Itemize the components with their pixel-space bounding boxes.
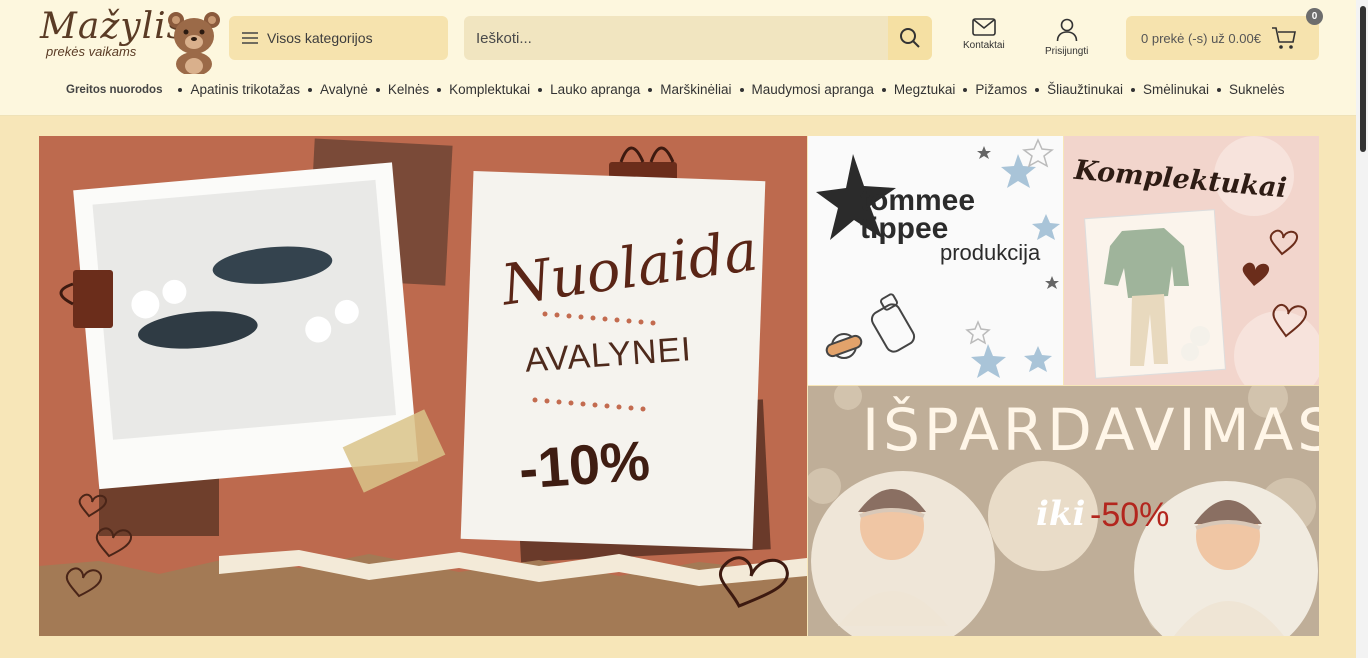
sale-discount-percent: -50%: [1090, 496, 1170, 534]
bullet-separator: [739, 87, 744, 92]
all-categories-button[interactable]: Visos kategorijos: [229, 16, 448, 60]
bullet-separator: [648, 87, 653, 92]
login-link[interactable]: Prisijungti: [1045, 18, 1088, 57]
cart-button[interactable]: 0 prekė (-s) už 0.00€ 0: [1126, 8, 1323, 60]
quick-link-smelinukai[interactable]: Smėlinukai: [1143, 82, 1209, 97]
quick-link-megztukai[interactable]: Megztukai: [894, 82, 956, 97]
quick-links-title: Greitos nuorodos: [66, 83, 163, 96]
shopping-cart-icon: [1271, 27, 1296, 49]
komplektukai-banner[interactable]: Komplektukai: [1064, 136, 1319, 385]
quick-link-kelnes[interactable]: Kelnės: [388, 82, 429, 97]
hamburger-icon: [242, 32, 258, 44]
tommee-brand-line2: tippee: [860, 212, 949, 245]
bullet-separator: [178, 87, 183, 92]
quick-link-sliauztinukai[interactable]: Šliaužtinukai: [1047, 82, 1123, 97]
brand-logo[interactable]: Mažylis prekės vaikams: [40, 6, 220, 74]
tommee-produkcija: produkcija: [940, 240, 1041, 265]
quick-link-lauko-apranga[interactable]: Lauko apranga: [550, 82, 640, 97]
user-icon: [1056, 18, 1077, 42]
bullet-separator: [308, 87, 313, 92]
quick-link-marskineliai[interactable]: Marškinėliai: [660, 82, 731, 97]
footwear-discount-banner[interactable]: Nuolaida AVALYNEI -10%: [39, 136, 807, 636]
sale-iki-text: iki: [1036, 494, 1086, 534]
contact-link[interactable]: Kontaktai: [963, 18, 1005, 51]
sale-title: IŠPARDAVIMAS: [862, 396, 1319, 464]
scrollbar-thumb[interactable]: [1360, 6, 1366, 152]
bullet-separator: [881, 87, 886, 92]
search-button[interactable]: [888, 16, 932, 60]
sale-banner[interactable]: IŠPARDAVIMAS iki -50%: [808, 386, 1319, 636]
discount-percent: -10%: [516, 428, 652, 501]
bullet-separator: [1130, 87, 1135, 92]
quick-link-pizamos[interactable]: Pižamos: [975, 82, 1027, 97]
tommee-tippee-banner[interactable]: tommee tippee produkcija: [808, 136, 1063, 385]
quick-link-apatinis-trikotazas[interactable]: Apatinis trikotažas: [190, 82, 300, 97]
bullet-separator: [538, 87, 543, 92]
site-header: Mažylis prekės vaikams Visos kategorijos…: [0, 0, 1356, 116]
teddy-bear-icon: [168, 12, 220, 74]
bullet-separator: [375, 87, 380, 92]
page-scrollbar[interactable]: [1356, 0, 1368, 658]
cart-count-badge: 0: [1306, 8, 1323, 25]
bullet-separator: [1216, 87, 1221, 92]
brand-name: Mažylis: [40, 6, 187, 47]
search-bar: [464, 16, 932, 60]
search-icon: [900, 28, 920, 48]
bullet-separator: [437, 87, 442, 92]
search-input[interactable]: [464, 16, 888, 60]
login-label: Prisijungti: [1045, 46, 1089, 57]
bullet-separator: [963, 87, 968, 92]
quick-links-nav: Greitos nuorodos Apatinis trikotažas Ava…: [66, 82, 1285, 97]
quick-link-maudymosi-apranga[interactable]: Maudymosi apranga: [752, 82, 874, 97]
quick-link-sukneles[interactable]: Suknelės: [1229, 82, 1285, 97]
envelope-icon: [972, 18, 996, 36]
quick-link-avalyne[interactable]: Avalynė: [320, 82, 368, 97]
brand-tagline: prekės vaikams: [46, 44, 137, 59]
all-categories-label: Visos kategorijos: [267, 30, 373, 46]
collage-decoration: [39, 138, 807, 636]
contact-label: Kontaktai: [963, 40, 1005, 51]
cart-summary: 0 prekė (-s) už 0.00€: [1141, 30, 1261, 46]
bullet-separator: [1035, 87, 1040, 92]
quick-link-komplektukai[interactable]: Komplektukai: [449, 82, 530, 97]
